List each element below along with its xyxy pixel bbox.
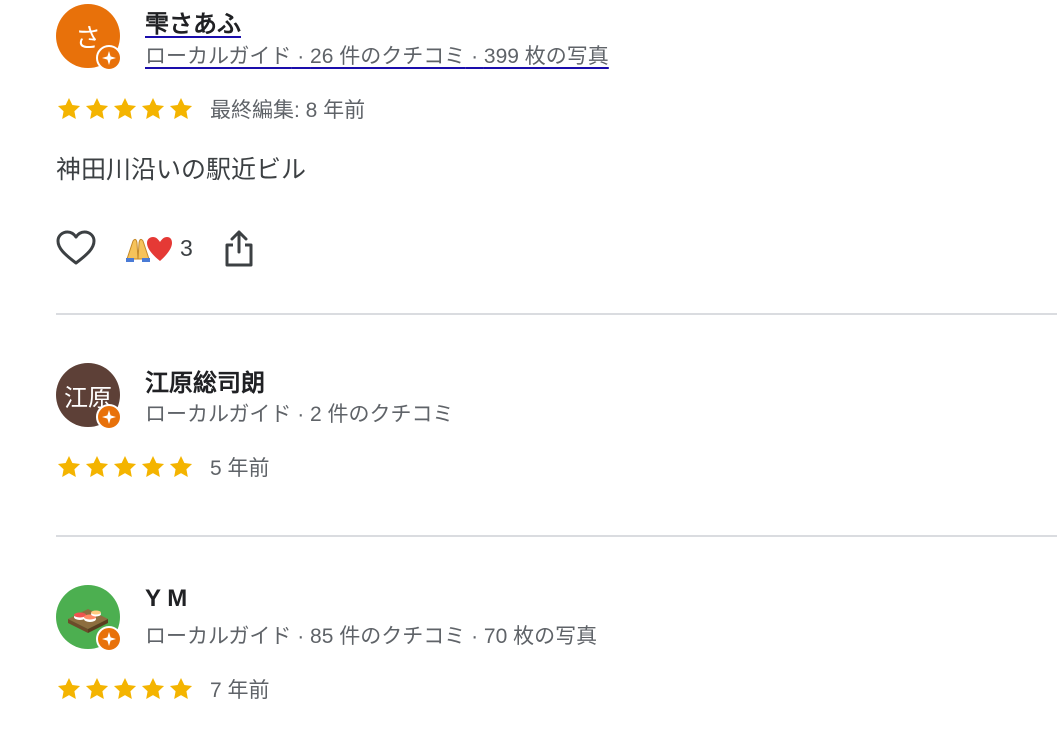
rating-row: 7 年前	[56, 674, 270, 704]
local-guide-link[interactable]: ローカルガイド	[145, 45, 291, 68]
meta-separator: ·	[465, 45, 484, 68]
photo-count-link[interactable]: 70 枚の写真	[484, 625, 597, 648]
photo-count-link[interactable]: 399 枚の写真	[484, 45, 609, 68]
star-icon	[57, 677, 81, 699]
pray-heart-emoji	[124, 233, 172, 263]
reviewer-name[interactable]: Y M	[145, 585, 187, 613]
star-icon	[169, 677, 193, 699]
meta-separator: ·	[465, 625, 484, 648]
review-card: Y M ローカルガイド · 85 件のクチコミ · 70 枚の写真 7 年前	[56, 582, 1057, 732]
review-actions: 3	[56, 228, 255, 268]
local-guide-link[interactable]: ローカルガイド	[145, 403, 291, 426]
review-count-link[interactable]: 26 件のクチコミ	[310, 45, 465, 68]
meta-separator: ·	[291, 625, 311, 648]
heart-outline-icon[interactable]	[56, 230, 96, 266]
star-icon	[57, 455, 81, 477]
local-guide-badge-icon	[96, 404, 122, 430]
rating-row: 最終編集: 8 年前	[56, 94, 365, 124]
reviewer-name[interactable]: 江原総司朗	[145, 363, 265, 398]
star-icon	[169, 455, 193, 477]
star-icon	[141, 455, 165, 477]
star-icon	[113, 455, 137, 477]
star-rating	[56, 676, 194, 702]
share-icon[interactable]	[223, 228, 255, 268]
review-time: 最終編集: 8 年前	[210, 99, 366, 122]
local-guide-badge-icon	[96, 626, 122, 652]
local-guide-link[interactable]: ローカルガイド	[145, 625, 291, 648]
star-rating	[56, 96, 194, 122]
star-icon	[85, 455, 109, 477]
review-count-link[interactable]: 85 件のクチコミ	[310, 625, 465, 648]
reaction-chip[interactable]: 3	[124, 233, 193, 263]
reviewer-meta: ローカルガイド · 85 件のクチコミ · 70 枚の写真	[145, 620, 597, 650]
star-icon	[141, 97, 165, 119]
star-icon	[85, 97, 109, 119]
meta-separator: ·	[291, 403, 311, 426]
review-card: 江原 江原総司朗 ローカルガイド · 2 件のクチコミ 5 年前	[56, 360, 1057, 510]
avatar[interactable]: 江原	[56, 363, 122, 430]
review-count-link[interactable]: 2 件のクチコミ	[310, 403, 454, 426]
reviewer-meta: ローカルガイド · 26 件のクチコミ · 399 枚の写真	[145, 40, 609, 70]
local-guide-badge-icon	[96, 45, 122, 71]
avatar-initial: さ	[74, 22, 101, 53]
review-time: 5 年前	[210, 457, 270, 480]
star-icon	[113, 677, 137, 699]
star-icon	[85, 677, 109, 699]
star-icon	[57, 97, 81, 119]
star-icon	[141, 677, 165, 699]
star-icon	[113, 97, 137, 119]
reviewer-meta: ローカルガイド · 2 件のクチコミ	[145, 398, 454, 428]
meta-separator: ·	[291, 45, 311, 68]
review-card: さ 雫さあふ ローカルガイド · 26 件のクチコミ · 399 枚の写真 最終…	[56, 0, 1057, 300]
avatar[interactable]: さ	[56, 4, 122, 71]
reaction-count: 3	[180, 234, 193, 261]
star-icon	[169, 97, 193, 119]
review-text: 神田川沿いの駅近ビル	[56, 156, 307, 184]
review-time: 7 年前	[210, 679, 270, 702]
star-rating	[56, 454, 194, 480]
reviewer-name[interactable]: 雫さあふ	[145, 4, 241, 39]
review-divider	[56, 535, 1057, 537]
review-divider	[56, 313, 1057, 315]
rating-row: 5 年前	[56, 452, 270, 482]
avatar[interactable]	[56, 585, 122, 652]
